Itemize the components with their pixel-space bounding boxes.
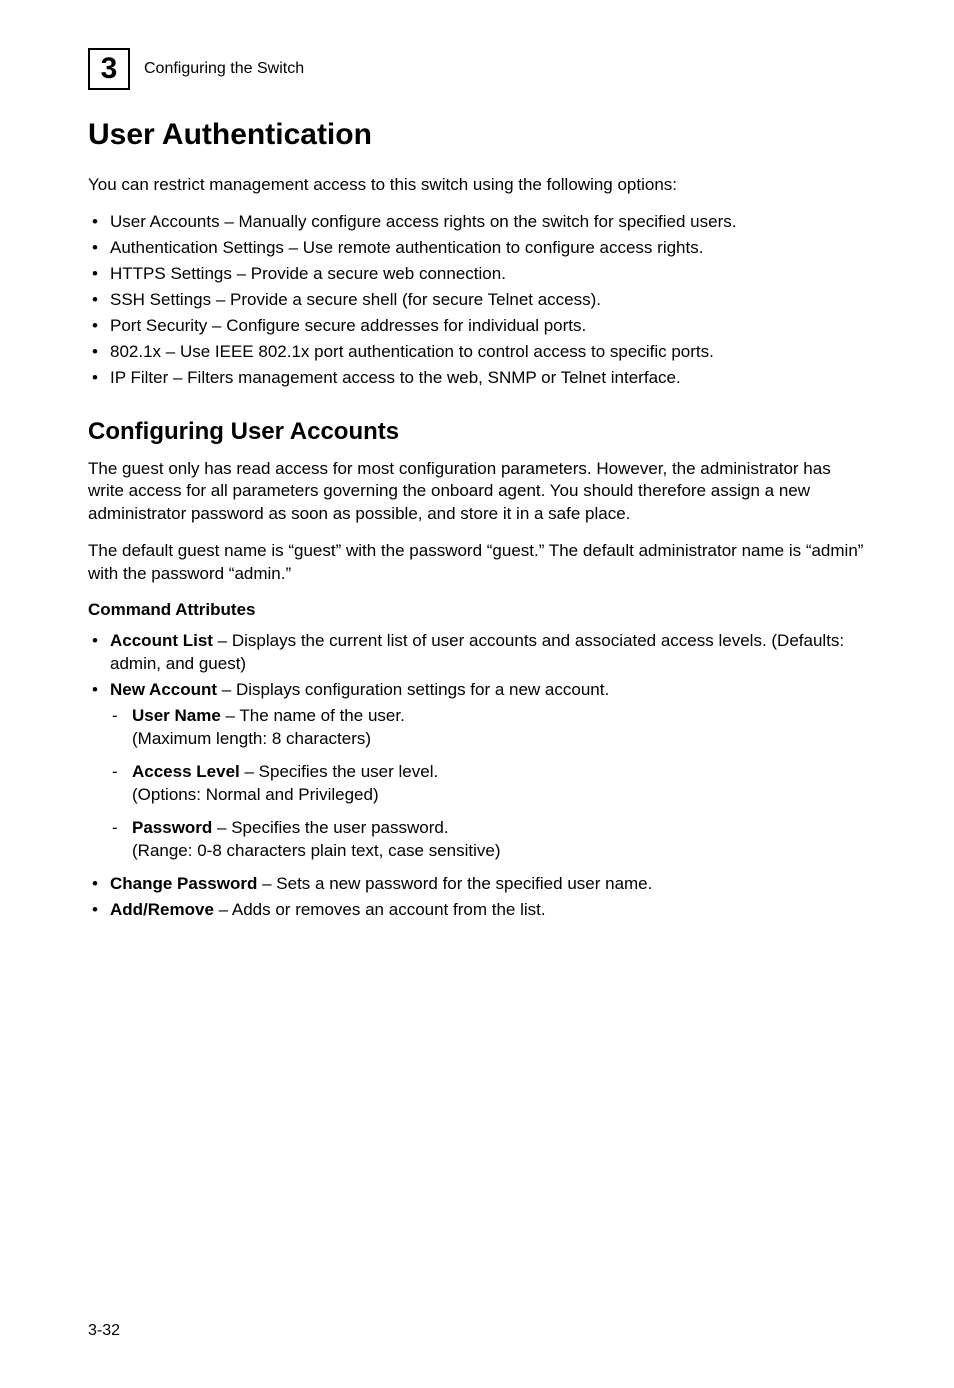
attr-note: (Options: Normal and Privileged) bbox=[132, 785, 379, 804]
attr-label: Add/Remove bbox=[110, 900, 214, 919]
new-account-sublist: User Name – The name of the user. (Maxim… bbox=[110, 705, 866, 863]
subattr-password: Password – Specifies the user password. … bbox=[110, 817, 866, 863]
section-paragraph-1: The guest only has read access for most … bbox=[88, 458, 866, 527]
attr-desc: – Specifies the user password. bbox=[212, 818, 448, 837]
attr-desc: – Adds or removes an account from the li… bbox=[214, 900, 546, 919]
command-attributes-list: Account List – Displays the current list… bbox=[88, 630, 866, 921]
list-item: Port Security – Configure secure address… bbox=[88, 315, 866, 338]
page-header: 3 Configuring the Switch bbox=[88, 48, 866, 90]
attr-desc: – Displays the current list of user acco… bbox=[110, 631, 844, 673]
attr-change-password: Change Password – Sets a new password fo… bbox=[88, 873, 866, 896]
command-attributes-heading: Command Attributes bbox=[88, 600, 866, 620]
attr-label: Access Level bbox=[132, 762, 240, 781]
list-item: 802.1x – Use IEEE 802.1x port authentica… bbox=[88, 341, 866, 364]
attr-desc: – Sets a new password for the specified … bbox=[257, 874, 652, 893]
attr-note: (Range: 0-8 characters plain text, case … bbox=[132, 841, 501, 860]
attr-label: Account List bbox=[110, 631, 213, 650]
list-item: SSH Settings – Provide a secure shell (f… bbox=[88, 289, 866, 312]
attr-label: Change Password bbox=[110, 874, 257, 893]
intro-paragraph: You can restrict management access to th… bbox=[88, 174, 866, 197]
attr-label: New Account bbox=[110, 680, 217, 699]
subattr-user-name: User Name – The name of the user. (Maxim… bbox=[110, 705, 866, 751]
section-paragraph-2: The default guest name is “guest” with t… bbox=[88, 540, 866, 586]
attr-add-remove: Add/Remove – Adds or removes an account … bbox=[88, 899, 866, 922]
attr-account-list: Account List – Displays the current list… bbox=[88, 630, 866, 676]
page-title: User Authentication bbox=[88, 118, 866, 152]
page-number: 3-32 bbox=[88, 1322, 120, 1340]
chapter-number-box: 3 bbox=[88, 48, 130, 90]
attr-desc: – The name of the user. bbox=[221, 706, 405, 725]
chapter-number: 3 bbox=[101, 52, 118, 86]
list-item: Authentication Settings – Use remote aut… bbox=[88, 237, 866, 260]
attr-new-account: New Account – Displays configuration set… bbox=[88, 679, 866, 863]
attr-label: User Name bbox=[132, 706, 221, 725]
chapter-label: Configuring the Switch bbox=[144, 60, 304, 78]
attr-desc: – Displays configuration settings for a … bbox=[217, 680, 609, 699]
list-item: HTTPS Settings – Provide a secure web co… bbox=[88, 263, 866, 286]
attr-desc: – Specifies the user level. bbox=[240, 762, 438, 781]
attr-note: (Maximum length: 8 characters) bbox=[132, 729, 371, 748]
list-item: IP Filter – Filters management access to… bbox=[88, 367, 866, 390]
section-title: Configuring User Accounts bbox=[88, 418, 866, 446]
list-item: User Accounts – Manually configure acces… bbox=[88, 211, 866, 234]
subattr-access-level: Access Level – Specifies the user level.… bbox=[110, 761, 866, 807]
options-list: User Accounts – Manually configure acces… bbox=[88, 211, 866, 390]
attr-label: Password bbox=[132, 818, 212, 837]
